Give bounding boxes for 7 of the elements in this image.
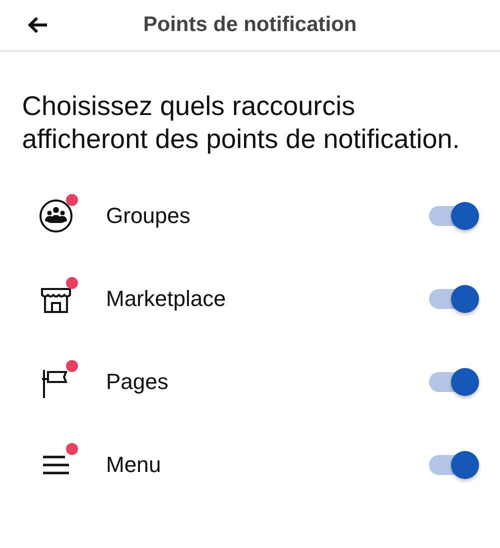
shortcut-label: Groupes <box>106 202 192 228</box>
page-title: Points de notification <box>143 13 357 37</box>
description: Choisissez quels raccourcis afficheront des points de notification. <box>22 90 461 156</box>
shortcut-label: Marketplace <box>106 286 227 312</box>
people-icon <box>38 198 74 234</box>
shortcut-label: Pages <box>106 368 170 394</box>
shortcut-label: Menu <box>106 452 162 478</box>
